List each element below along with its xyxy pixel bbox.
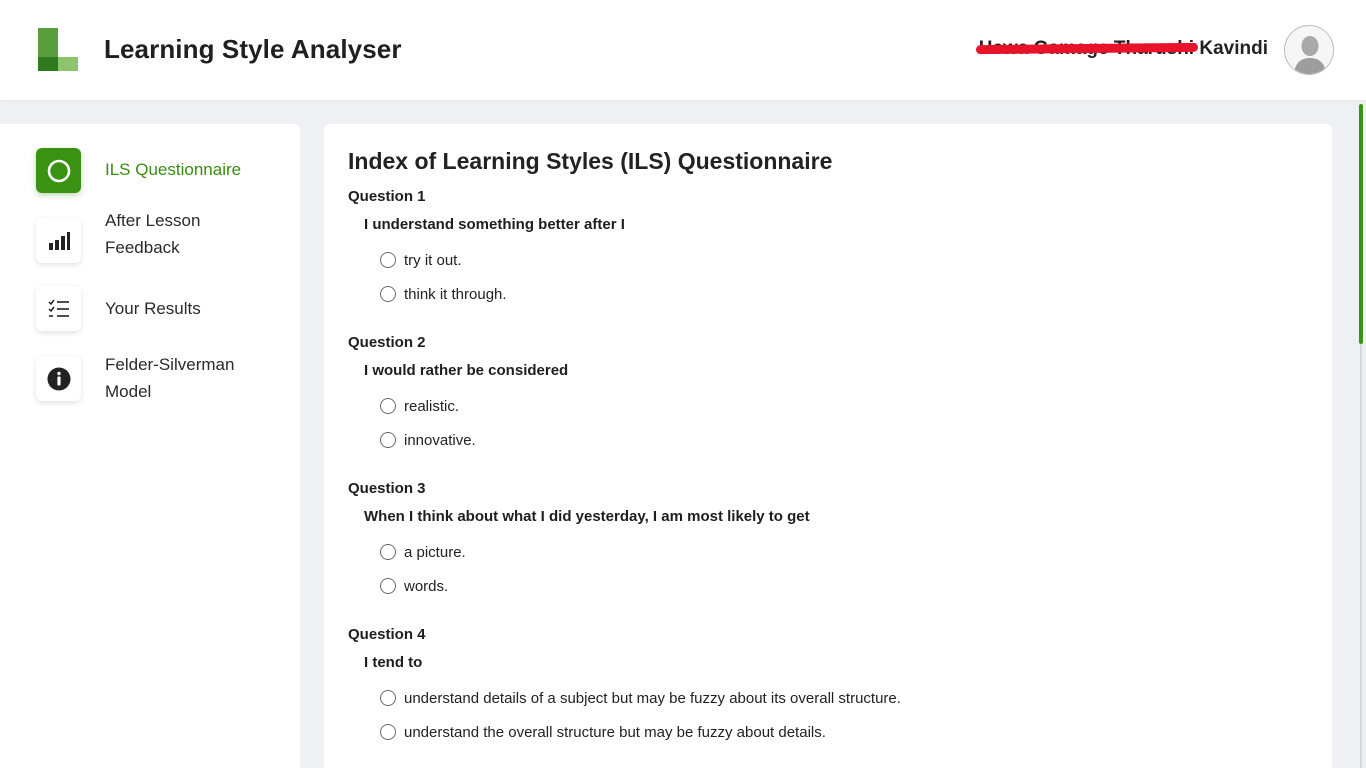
user-name: Hewa Gamage Tharushi Kavindi bbox=[975, 38, 1268, 62]
user-silhouette-icon bbox=[1285, 26, 1333, 74]
question-block: Question 3 When I think about what I did… bbox=[348, 480, 1308, 600]
circle-icon bbox=[47, 159, 70, 182]
radio-button[interactable] bbox=[380, 286, 396, 302]
sidebar-item-your-results[interactable]: Your Results bbox=[36, 286, 286, 332]
question-number: Question 4 bbox=[348, 626, 426, 643]
option-label: realistic. bbox=[404, 397, 460, 415]
sidebar: ILS Questionnaire After Lesson Feedback bbox=[0, 124, 300, 768]
question-block: Question 4 I tend to understand details … bbox=[348, 626, 1308, 746]
question-text: I understand something better after I bbox=[364, 216, 625, 233]
option-label: try it out. bbox=[404, 251, 462, 269]
radio-button[interactable] bbox=[380, 432, 396, 448]
question-text: I would rather be considered bbox=[364, 362, 569, 379]
radio-button[interactable] bbox=[380, 544, 396, 560]
avatar[interactable] bbox=[1284, 25, 1334, 75]
option-label: a picture. bbox=[404, 543, 466, 561]
questionnaire-card: Index of Learning Styles (ILS) Questionn… bbox=[324, 124, 1332, 768]
sidebar-item-label: ILS Questionnaire bbox=[105, 160, 242, 179]
bar-chart-icon bbox=[48, 231, 70, 250]
question-number: Question 1 bbox=[348, 188, 426, 205]
answer-option[interactable]: words. bbox=[380, 576, 448, 596]
app-title: Learning Style Analyser bbox=[104, 34, 402, 64]
question-block: Question 2 I would rather be considered … bbox=[348, 334, 1308, 454]
answer-option[interactable]: understand details of a subject but may … bbox=[380, 688, 901, 708]
checklist-icon bbox=[47, 299, 69, 317]
radio-button[interactable] bbox=[380, 578, 396, 594]
answer-option[interactable]: understand the overall structure but may… bbox=[380, 722, 826, 742]
sidebar-item-label: Your Results bbox=[105, 299, 201, 318]
question-text: I tend to bbox=[364, 654, 423, 671]
scrollbar-track[interactable] bbox=[1360, 344, 1362, 768]
answer-option[interactable]: a picture. bbox=[380, 542, 466, 562]
question-text: When I think about what I did yesterday,… bbox=[364, 508, 810, 525]
question-number: Question 3 bbox=[348, 480, 426, 497]
option-label: understand the overall structure but may… bbox=[404, 723, 826, 741]
radio-button[interactable] bbox=[380, 252, 396, 268]
option-label: think it through. bbox=[404, 285, 507, 303]
question-number: Question 2 bbox=[348, 334, 426, 351]
nav-icon-box bbox=[36, 148, 81, 193]
page-title: Index of Learning Styles (ILS) Questionn… bbox=[348, 148, 833, 174]
answer-option[interactable]: think it through. bbox=[380, 284, 507, 304]
scrollbar-thumb[interactable] bbox=[1359, 104, 1363, 344]
nav-icon-box bbox=[36, 286, 81, 331]
option-label: words. bbox=[404, 577, 449, 595]
option-label: understand details of a subject but may … bbox=[404, 689, 901, 707]
question-block: Question 1 I understand something better… bbox=[348, 188, 1308, 308]
sidebar-item-after-lesson-feedback[interactable]: After Lesson Feedback bbox=[36, 211, 286, 272]
option-label: innovative. bbox=[404, 431, 476, 449]
top-header: Learning Style Analyser Hewa Gamage Thar… bbox=[0, 0, 1366, 100]
info-icon bbox=[47, 367, 70, 390]
answer-option[interactable]: innovative. bbox=[380, 430, 476, 450]
nav-icon-box bbox=[36, 218, 81, 263]
app-logo[interactable] bbox=[38, 28, 78, 71]
sidebar-item-label: Felder-Silverman Model bbox=[105, 355, 235, 401]
answer-option[interactable]: try it out. bbox=[380, 250, 462, 270]
sidebar-item-label: After Lesson Feedback bbox=[105, 211, 201, 257]
user-name-visible: Kavindi bbox=[1199, 38, 1268, 59]
radio-button[interactable] bbox=[380, 724, 396, 740]
sidebar-item-ils-questionnaire[interactable]: ILS Questionnaire bbox=[36, 148, 286, 194]
answer-option[interactable]: realistic. bbox=[380, 396, 459, 416]
radio-button[interactable] bbox=[380, 690, 396, 706]
sidebar-item-felder-silverman-model[interactable]: Felder-Silverman Model bbox=[36, 355, 286, 410]
nav-icon-box bbox=[36, 356, 81, 401]
radio-button[interactable] bbox=[380, 398, 396, 414]
